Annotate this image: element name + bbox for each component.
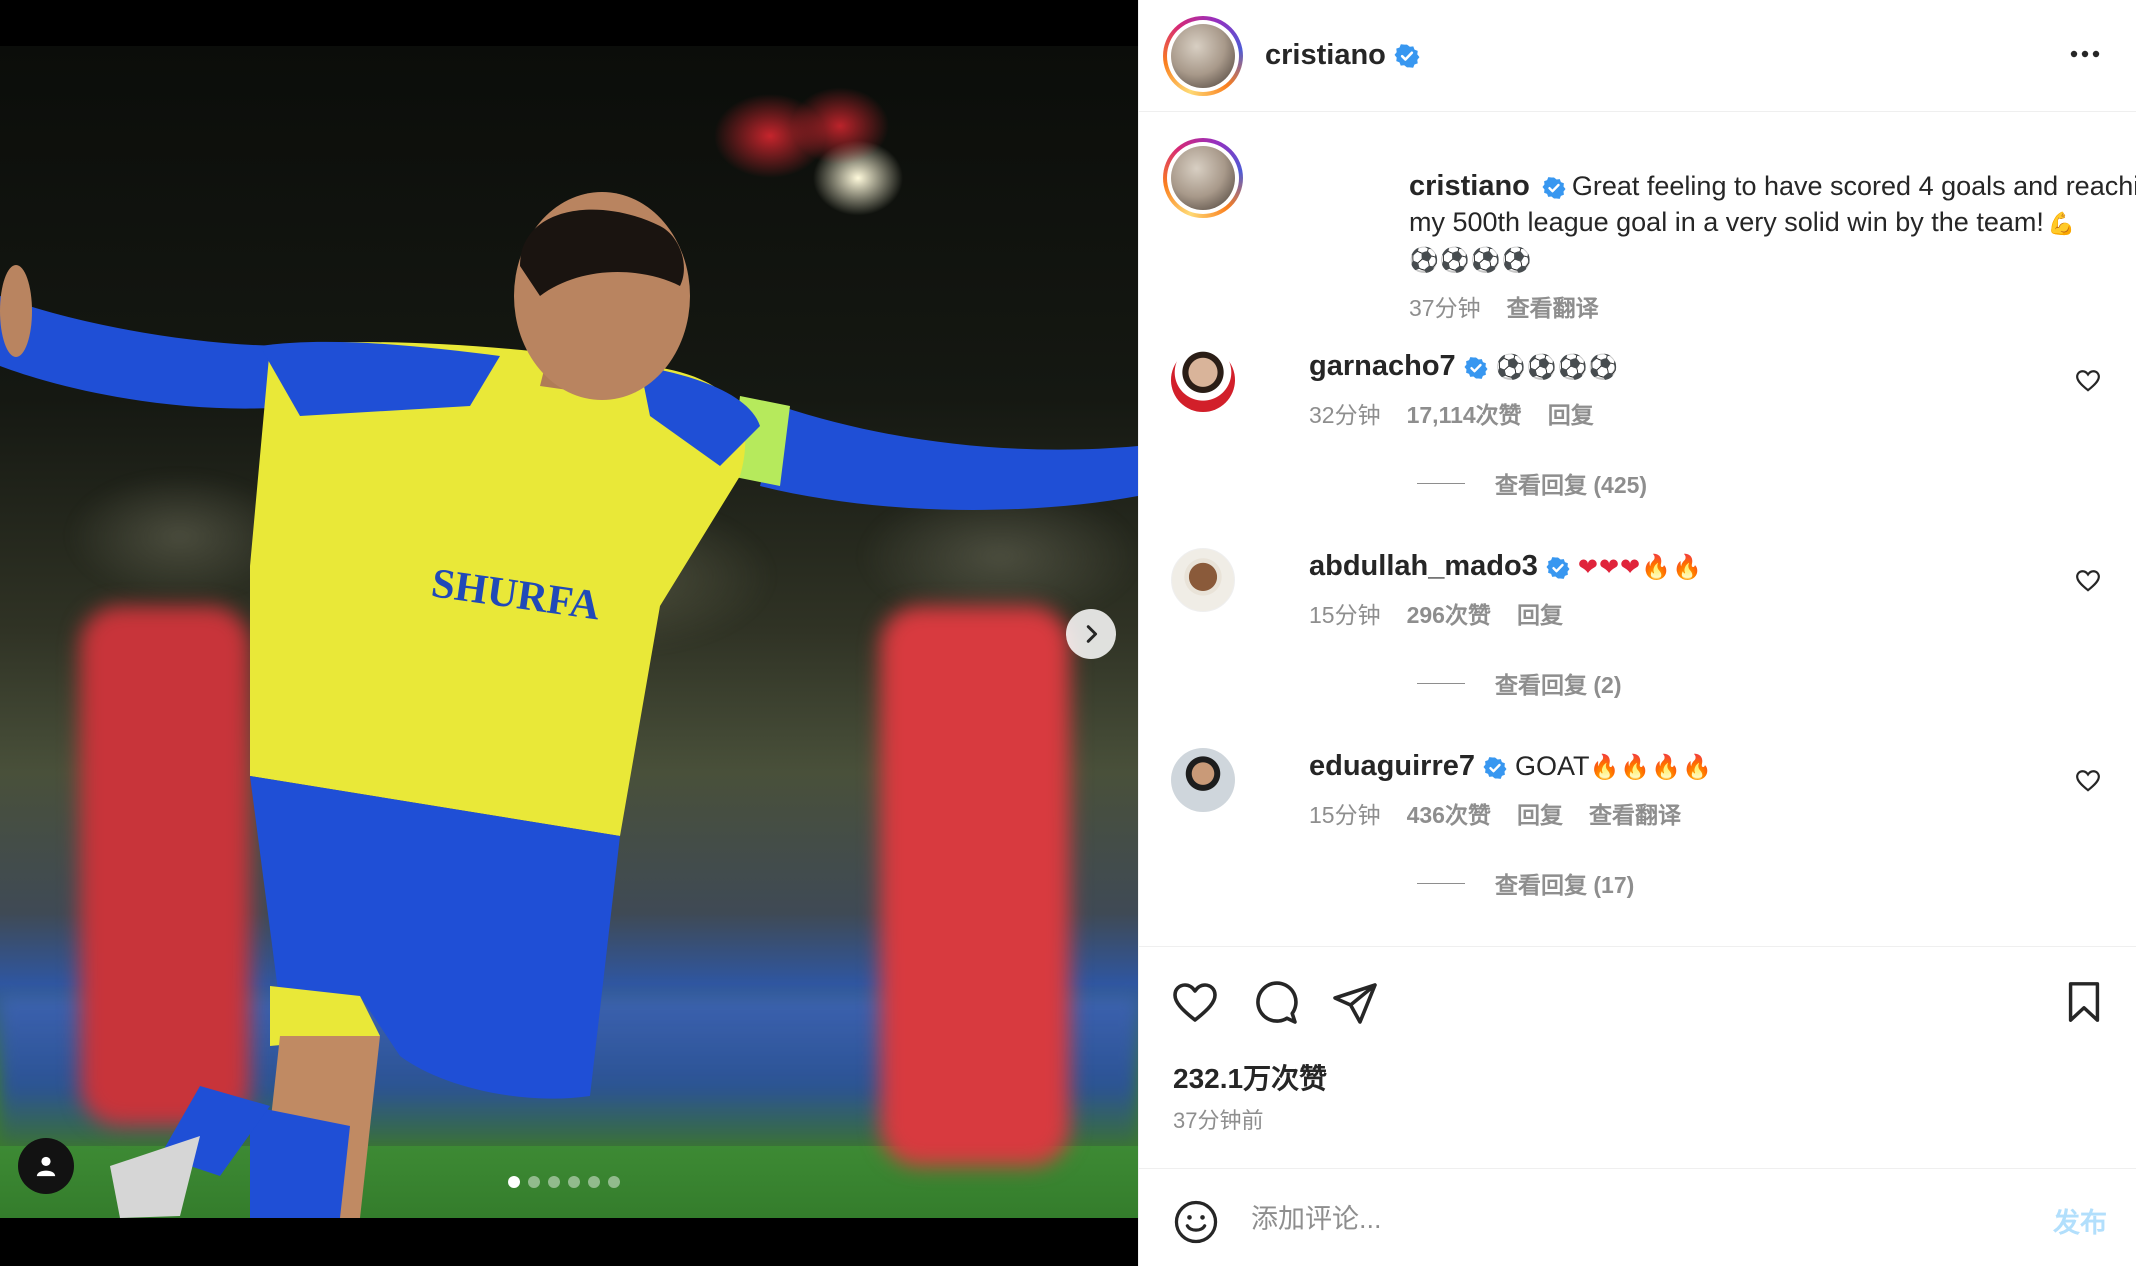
comment-text-fire: 🔥🔥🔥🔥 bbox=[1589, 753, 1714, 781]
photo-main-player: SHURFA bbox=[0, 192, 1138, 1218]
comment-text-fire: 🔥🔥 bbox=[1641, 553, 1703, 581]
heart-icon[interactable] bbox=[2075, 568, 2101, 594]
post-media[interactable]: SHURFA bbox=[0, 0, 1138, 1266]
comment-body: eduaguirre7 GOAT🔥🔥🔥🔥 15分钟 436次赞 回复 查看翻译 bbox=[1309, 748, 2049, 833]
comment-text-hearts: ❤❤❤ bbox=[1577, 553, 1642, 581]
reply-button[interactable]: 回复 bbox=[1517, 597, 1563, 633]
caption-text-block: cristiano Great feeling to have scored 4 … bbox=[1409, 168, 2136, 242]
verified-badge-icon bbox=[1542, 176, 1566, 199]
heart-icon[interactable] bbox=[2075, 768, 2101, 794]
bookmark-icon[interactable] bbox=[2061, 979, 2107, 1025]
carousel-dot bbox=[508, 1176, 520, 1188]
comment-meta: 15分钟 436次赞 回复 查看翻译 bbox=[1309, 797, 2049, 833]
heart-icon[interactable] bbox=[1171, 979, 1219, 1027]
comment-text: ⚽⚽⚽⚽ bbox=[1495, 353, 1620, 381]
comment-text: GOAT bbox=[1515, 751, 1590, 781]
caption-body: cristiano Great feeling to have scored 4 … bbox=[1409, 168, 2136, 326]
more-options-icon[interactable] bbox=[2067, 36, 2103, 72]
post-header: cristiano bbox=[1139, 0, 2136, 112]
carousel-next-button[interactable] bbox=[1066, 609, 1116, 659]
comment-like-count[interactable]: 296次赞 bbox=[1407, 597, 1491, 633]
commenter-avatar[interactable] bbox=[1171, 548, 1235, 612]
comment-input[interactable] bbox=[1251, 1191, 1951, 1247]
flexed-biceps-emoji: 💪 bbox=[2047, 211, 2076, 236]
comment-time: 15分钟 bbox=[1309, 602, 1381, 628]
comment-like-count[interactable]: 436次赞 bbox=[1407, 797, 1491, 833]
chevron-right-icon bbox=[1086, 625, 1098, 643]
post-detail-panel: cristiano cristiano Great feeling to have… bbox=[1138, 0, 2136, 1266]
comment-composer: 发布 bbox=[1139, 1168, 2136, 1266]
caption-meta: 37分钟 查看翻译 bbox=[1409, 290, 2136, 326]
post-timestamp: 37分钟前 bbox=[1173, 1108, 1264, 1133]
commenter-avatar[interactable] bbox=[1171, 348, 1235, 412]
carousel-dot bbox=[568, 1176, 580, 1188]
commenter-username[interactable]: abdullah_mado3 bbox=[1309, 550, 1538, 582]
commenter-username[interactable]: eduaguirre7 bbox=[1309, 750, 1475, 782]
carousel-dot bbox=[608, 1176, 620, 1188]
user-tag-icon bbox=[36, 1156, 56, 1177]
post-like-count[interactable]: 232.1万次赞 bbox=[1173, 1057, 1327, 1097]
commenter-avatar[interactable] bbox=[1171, 748, 1235, 812]
comment-meta: 15分钟 296次赞 回复 bbox=[1309, 597, 2049, 633]
view-replies-button[interactable]: 查看回复 (425) bbox=[1417, 466, 1647, 500]
see-translation-link[interactable]: 查看翻译 bbox=[1589, 797, 1681, 833]
post-photo: SHURFA bbox=[0, 46, 1138, 1218]
comment-body: abdullah_mado3 ❤❤❤🔥🔥 15分钟 296次赞 回复 bbox=[1309, 548, 2049, 633]
view-replies-label: 查看回复 (2) bbox=[1495, 672, 1622, 698]
verified-badge-icon bbox=[1483, 756, 1507, 779]
carousel-dot bbox=[588, 1176, 600, 1188]
comment-body: garnacho7 ⚽⚽⚽⚽ 32分钟 17,114次赞 回复 bbox=[1309, 348, 2049, 433]
carousel-indicator bbox=[508, 1176, 620, 1188]
share-icon[interactable] bbox=[1331, 979, 1379, 1027]
caption-author-avatar[interactable] bbox=[1163, 138, 1243, 218]
view-replies-label: 查看回复 (17) bbox=[1495, 872, 1635, 898]
reply-button[interactable]: 回复 bbox=[1517, 797, 1563, 833]
comment-meta: 32分钟 17,114次赞 回复 bbox=[1309, 397, 2049, 433]
caption-emoji-line: ⚽⚽⚽⚽ bbox=[1409, 246, 1533, 274]
comment-icon[interactable] bbox=[1251, 979, 1299, 1027]
caption-username[interactable]: cristiano bbox=[1409, 170, 1530, 202]
post-comment-button[interactable]: 发布 bbox=[2053, 1201, 2107, 1240]
carousel-dot bbox=[528, 1176, 540, 1188]
view-replies-button[interactable]: 查看回复 (2) bbox=[1417, 666, 1622, 700]
verified-badge-icon bbox=[1546, 556, 1570, 579]
caption-time: 37分钟 bbox=[1409, 295, 1481, 321]
post-actions: 232.1万次赞 37分钟前 bbox=[1139, 946, 2136, 1168]
heart-icon[interactable] bbox=[2075, 368, 2101, 394]
emoji-icon[interactable] bbox=[1173, 1199, 1219, 1245]
author-avatar[interactable] bbox=[1163, 15, 1243, 96]
author-username[interactable]: cristiano bbox=[1265, 39, 1386, 72]
commenter-username[interactable]: garnacho7 bbox=[1309, 350, 1456, 382]
verified-badge-icon bbox=[1464, 356, 1488, 379]
comment-time: 32分钟 bbox=[1309, 402, 1381, 428]
carousel-dot bbox=[548, 1176, 560, 1188]
view-replies-button[interactable]: 查看回复 (17) bbox=[1417, 866, 1634, 900]
see-translation-link[interactable]: 查看翻译 bbox=[1507, 290, 1599, 326]
view-replies-label: 查看回复 (425) bbox=[1495, 472, 1648, 498]
verified-badge-icon bbox=[1394, 43, 1420, 68]
comments-list[interactable]: cristiano Great feeling to have scored 4 … bbox=[1139, 112, 2136, 946]
comment-time: 15分钟 bbox=[1309, 802, 1381, 828]
tagged-users-button[interactable] bbox=[18, 1138, 74, 1194]
reply-button[interactable]: 回复 bbox=[1548, 397, 1594, 433]
comment-like-count[interactable]: 17,114次赞 bbox=[1407, 397, 1522, 433]
